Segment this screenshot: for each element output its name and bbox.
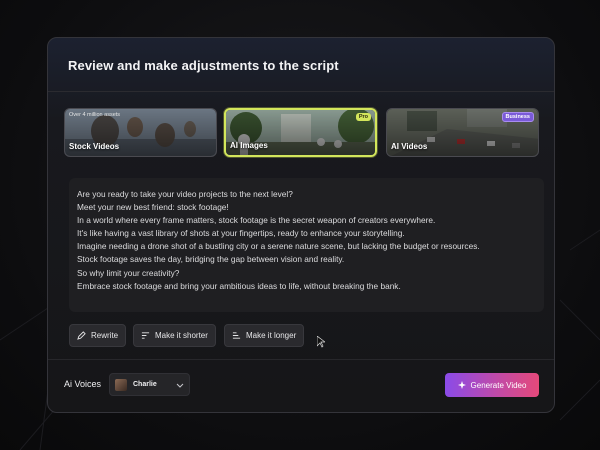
script-line: Embrace stock footage and bring your amb… [77,280,401,291]
generate-video-button[interactable]: Generate Video [445,373,539,397]
media-type-stock-videos[interactable]: Over 4 million assets Stock Videos [64,108,217,157]
script-review-panel: Review and make adjustments to the scrip… [47,37,555,413]
make-shorter-button[interactable]: Make it shorter [133,324,216,347]
script-line: Stock footage saves the day, bridging th… [77,254,345,265]
generate-video-label: Generate Video [470,380,527,390]
sparkle-icon [457,381,466,389]
card-subtitle: Over 4 million assets [69,112,121,118]
text-shorter-icon [141,332,150,339]
script-line: Are you ready to take your video project… [77,189,293,199]
rewrite-button[interactable]: Rewrite [69,324,127,347]
voice-name: Charlie [133,381,157,388]
make-longer-button[interactable]: Make it longer [224,324,305,347]
make-shorter-label: Make it shorter [155,331,208,340]
make-longer-label: Make it longer [246,331,297,340]
voice-avatar [115,378,127,391]
media-type-ai-videos[interactable]: Business AI Videos [386,108,539,157]
panel-title: Review and make adjustments to the scrip… [68,58,339,73]
script-line: Imagine needing a drone shot of a bustli… [77,241,480,252]
divider [48,359,554,360]
rewrite-label: Rewrite [91,331,119,340]
card-label: AI Videos [391,142,428,151]
voice-dropdown[interactable]: Charlie [109,373,190,396]
script-textarea[interactable]: Are you ready to take your video project… [69,178,544,312]
script-line: In a world where every frame matters, st… [77,215,436,226]
script-line: So why limit your creativity? [77,267,180,278]
media-type-ai-images[interactable]: Pro AI Images [224,108,377,157]
panel-header: Review and make adjustments to the scrip… [48,38,554,92]
chevron-down-icon [176,383,184,388]
mouse-cursor-icon [317,336,325,348]
card-label: Stock Videos [69,142,120,151]
pro-badge: Pro [355,113,371,121]
script-line: It's like having a vast library of shots… [77,228,405,239]
pencil-icon [77,331,86,340]
ai-voices-label: Ai Voices [64,379,102,389]
text-longer-icon [232,332,241,339]
business-badge: Business [501,112,534,122]
script-line: Meet your new best friend: stock footage… [77,202,229,213]
card-label: AI Images [230,141,268,150]
